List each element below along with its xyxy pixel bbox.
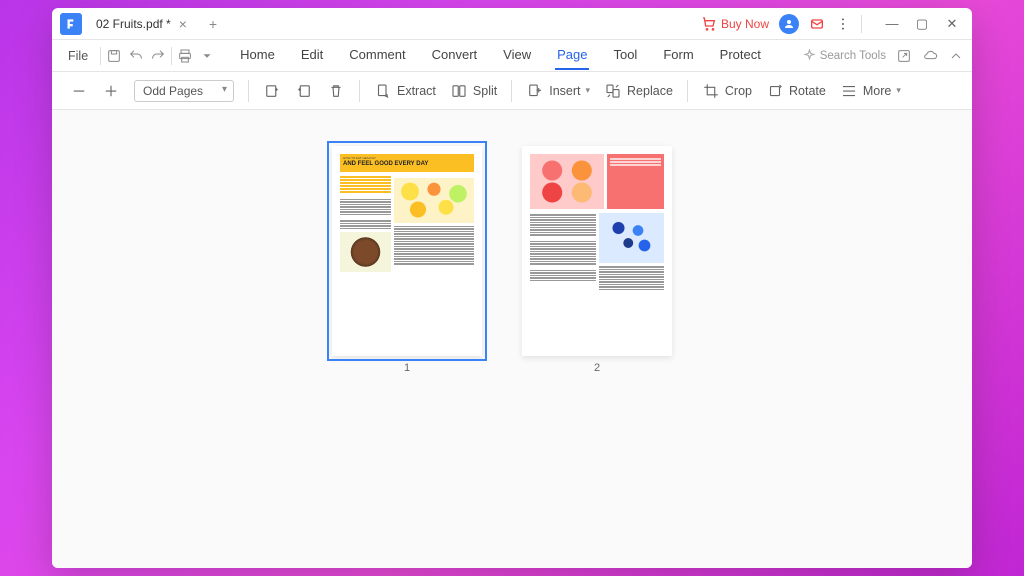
page1-title: AND FEEL GOOD EVERY DAY	[343, 161, 471, 169]
tab-title: 02 Fruits.pdf *	[96, 17, 171, 31]
notification-icon[interactable]	[809, 16, 825, 32]
menubar: File Home Edit Comment Convert View Page…	[52, 40, 972, 72]
divider	[359, 80, 360, 102]
rotate-right-button[interactable]	[295, 82, 313, 100]
app-window: 02 Fruits.pdf * × + Buy Now — ▢ ✕ File	[52, 8, 972, 568]
close-window-button[interactable]: ✕	[940, 12, 964, 36]
search-tools[interactable]: Search Tools	[803, 49, 886, 62]
divider	[511, 80, 512, 102]
page-filter-select[interactable]: Odd Pages	[134, 80, 234, 102]
cloud-icon[interactable]	[922, 48, 938, 64]
menu-convert[interactable]: Convert	[430, 41, 480, 70]
divider	[100, 47, 101, 65]
divider	[248, 80, 249, 102]
file-menu[interactable]: File	[60, 45, 96, 67]
rotate-left-button[interactable]	[263, 82, 281, 100]
blueberry-image	[599, 213, 665, 263]
insert-button[interactable]: Insert▾	[526, 82, 590, 100]
divider	[171, 47, 172, 65]
zoom-out-button[interactable]	[70, 82, 88, 100]
menu-comment[interactable]: Comment	[347, 41, 407, 70]
sparkle-icon	[803, 49, 816, 62]
page-1-preview: HOW TO EAT HEALTHY AND FEEL GOOD EVERY D…	[332, 146, 482, 356]
titlebar: 02 Fruits.pdf * × + Buy Now — ▢ ✕	[52, 8, 972, 40]
divider	[687, 80, 688, 102]
page-2-preview	[522, 146, 672, 356]
coffee-image	[340, 232, 391, 272]
menu-view[interactable]: View	[501, 41, 533, 70]
pink-textblock	[607, 154, 664, 209]
menu-edit[interactable]: Edit	[299, 41, 325, 70]
close-tab-icon[interactable]: ×	[179, 17, 187, 31]
rotate-button[interactable]: Rotate	[766, 82, 826, 100]
split-button[interactable]: Split	[450, 82, 497, 100]
maximize-button[interactable]: ▢	[910, 12, 934, 36]
collapse-icon[interactable]	[948, 48, 964, 64]
extract-button[interactable]: Extract	[374, 82, 436, 100]
grapefruit-image	[530, 154, 604, 209]
print-icon[interactable]	[176, 47, 194, 65]
menu-page[interactable]: Page	[555, 41, 589, 70]
menu-form[interactable]: Form	[661, 41, 695, 70]
page-thumbnail-1[interactable]: HOW TO EAT HEALTHY AND FEEL GOOD EVERY D…	[332, 146, 482, 568]
divider	[861, 15, 862, 33]
kebab-menu-icon[interactable]	[835, 16, 851, 32]
cart-icon	[701, 16, 717, 32]
menu-protect[interactable]: Protect	[718, 41, 763, 70]
add-tab-button[interactable]: +	[201, 16, 225, 32]
undo-icon[interactable]	[127, 47, 145, 65]
minimize-button[interactable]: —	[880, 12, 904, 36]
page-thumbnail-2[interactable]: 2	[522, 146, 672, 568]
zoom-in-button[interactable]	[102, 82, 120, 100]
share-icon[interactable]	[896, 48, 912, 64]
more-button[interactable]: More▾	[840, 82, 901, 100]
menu-home[interactable]: Home	[238, 41, 277, 70]
redo-icon[interactable]	[149, 47, 167, 65]
page-thumbnails-area: HOW TO EAT HEALTHY AND FEEL GOOD EVERY D…	[52, 110, 972, 568]
app-logo-icon[interactable]	[60, 13, 82, 35]
crop-button[interactable]: Crop	[702, 82, 752, 100]
page-number-2: 2	[594, 362, 600, 374]
page-toolbar: Odd Pages Extract Split Insert▾ Replace …	[52, 72, 972, 110]
page-number-1: 1	[404, 362, 410, 374]
document-tab[interactable]: 02 Fruits.pdf * ×	[88, 8, 195, 39]
menu-tool[interactable]: Tool	[611, 41, 639, 70]
citrus-image	[394, 178, 474, 223]
buy-now-link[interactable]: Buy Now	[701, 16, 769, 32]
replace-button[interactable]: Replace	[604, 82, 673, 100]
main-menu: Home Edit Comment Convert View Page Tool…	[238, 41, 763, 70]
user-avatar-icon[interactable]	[779, 14, 799, 34]
dropdown-icon[interactable]	[198, 47, 216, 65]
save-icon[interactable]	[105, 47, 123, 65]
delete-page-button[interactable]	[327, 82, 345, 100]
